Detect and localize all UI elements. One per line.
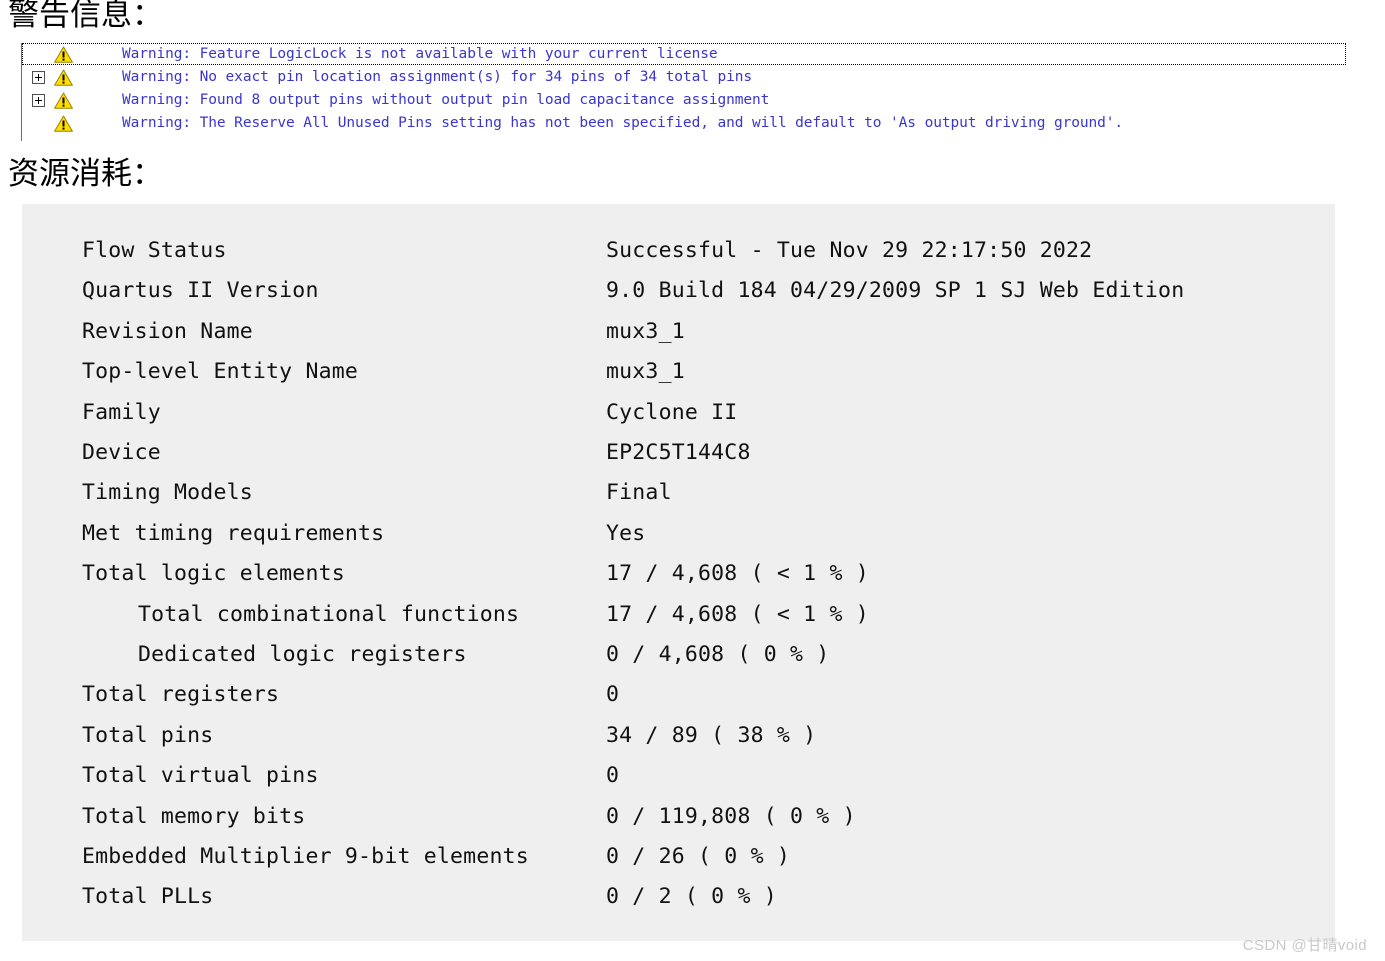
flow-summary-label: Met timing requirements: [82, 520, 385, 546]
warning-expander-cell[interactable]: [22, 71, 54, 84]
flow-summary-value: 17 / 4,608 ( < 1 % ): [606, 561, 869, 587]
flow-summary-label: Device: [82, 440, 161, 465]
flow-summary-row: Top-level Entity Name mux3_1: [22, 358, 1335, 398]
flow-summary-panel: Flow Status Successful - Tue Nov 29 22:17…: [22, 204, 1335, 941]
warning-triangle-icon: [54, 46, 73, 63]
flow-summary-label: Family: [82, 399, 161, 425]
flow-summary-label: Top-level Entity Name: [82, 359, 359, 385]
flow-summary-value: Yes: [606, 520, 646, 546]
plus-box-icon[interactable]: [31, 71, 45, 84]
warning-expander-cell[interactable]: [22, 94, 54, 107]
flow-summary-value: 0 / 26 ( 0 % ): [606, 844, 791, 869]
warning-icon-cell: [54, 115, 82, 132]
flow-summary-value: mux3_1: [606, 318, 685, 344]
flow-summary-row: Embedded Multiplier 9-bit elements 0 / 26…: [22, 843, 1335, 883]
flow-summary-value: 0 / 119,808 ( 0 % ): [606, 803, 856, 829]
flow-summary-row: Flow Status Successful - Tue Nov 29 22:17…: [22, 237, 1335, 277]
csdn-watermark: CSDN @甘晴void: [1242, 937, 1367, 954]
flow-summary-value: mux3_1: [606, 359, 685, 385]
warning-icon-cell: [54, 46, 82, 63]
warning-message-text: Warning: No exact pin location assignmen…: [122, 69, 752, 85]
flow-summary-label: Revision Name: [82, 318, 253, 344]
flow-summary-label: Flow Status: [82, 238, 227, 263]
flow-summary-row: Device EP2C5T144C8: [22, 439, 1335, 479]
warning-icon-cell: [54, 92, 82, 109]
flow-summary-label: Total combinational functions: [138, 601, 520, 627]
warning-triangle-icon: [54, 115, 73, 132]
warning-row[interactable]: Warning: Found 8 output pins without out…: [22, 89, 1351, 112]
warning-triangle-icon: [54, 92, 73, 109]
flow-summary-label: Total virtual pins: [82, 763, 319, 789]
flow-summary-label: Total logic elements: [82, 561, 345, 587]
flow-summary-row: Quartus II Version 9.0 Build 184 04/29/20…: [22, 277, 1335, 317]
flow-summary-row: Total combinational functions 17 / 4,608 …: [22, 601, 1335, 641]
warning-row[interactable]: Warning: No exact pin location assignmen…: [22, 66, 1351, 89]
flow-summary-row: Met timing requirements Yes: [22, 520, 1335, 560]
flow-summary-label: Total registers: [82, 682, 280, 708]
warning-message-text: Warning: The Reserve All Unused Pins set…: [122, 115, 1124, 131]
flow-summary-row: Dedicated logic registers 0 / 4,608 ( 0 %…: [22, 641, 1335, 681]
flow-summary-value: 9.0 Build 184 04/29/2009 SP 1 SJ Web Edi…: [606, 278, 1185, 304]
warnings-list-panel[interactable]: Warning: Feature LogicLock is not availa…: [21, 43, 1351, 141]
flow-summary-row: Family Cyclone II: [22, 399, 1335, 439]
plus-box-icon[interactable]: [31, 94, 45, 107]
flow-summary-row: Total pins 34 / 89 ( 38 % ): [22, 722, 1335, 762]
flow-summary-value: 0 / 4,608 ( 0 % ): [606, 642, 830, 667]
flow-summary-row: Total PLLs 0 / 2 ( 0 % ): [22, 883, 1335, 923]
flow-summary-value: 34 / 89 ( 38 % ): [606, 722, 817, 748]
flow-summary-value: Cyclone II: [606, 399, 738, 425]
flow-summary-value: Successful - Tue Nov 29 22:17:50 2022: [606, 238, 1093, 263]
flow-summary-row: Total memory bits 0 / 119,808 ( 0 % ): [22, 803, 1335, 843]
flow-summary-label: Timing Models: [82, 480, 253, 506]
warning-message-text: Warning: Feature LogicLock is not availa…: [122, 46, 718, 62]
flow-summary-label: Dedicated logic registers: [138, 642, 467, 667]
flow-summary-value: 0 / 2 ( 0 % ): [606, 884, 777, 910]
flow-summary-value: Final: [606, 480, 672, 506]
flow-summary-row: Total logic elements 17 / 4,608 ( < 1 % ): [22, 560, 1335, 600]
flow-summary-value: 17 / 4,608 ( < 1 % ): [606, 601, 869, 627]
flow-summary-row: Total virtual pins 0: [22, 762, 1335, 802]
flow-summary-label: Total pins: [82, 722, 214, 748]
warning-message-text: Warning: Found 8 output pins without out…: [122, 92, 770, 108]
flow-summary-row: Revision Name mux3_1: [22, 318, 1335, 358]
flow-summary-label: Quartus II Version: [82, 278, 319, 304]
flow-summary-value: 0: [606, 763, 620, 789]
flow-summary-label: Embedded Multiplier 9-bit elements: [82, 844, 529, 869]
warnings-section-heading: 警告信息：: [8, 0, 163, 33]
flow-summary-label: Total memory bits: [82, 803, 306, 829]
warning-row[interactable]: Warning: The Reserve All Unused Pins set…: [22, 112, 1351, 135]
warning-icon-cell: [54, 69, 82, 86]
flow-summary-row: Timing Models Final: [22, 479, 1335, 519]
resources-section-heading: 资源消耗：: [8, 156, 163, 192]
flow-summary-value: EP2C5T144C8: [606, 440, 751, 465]
flow-summary-value: 0: [606, 682, 620, 708]
warning-triangle-icon: [54, 69, 73, 86]
warning-row[interactable]: Warning: Feature LogicLock is not availa…: [22, 43, 1351, 66]
flow-summary-row: Total registers 0: [22, 681, 1335, 721]
flow-summary-label: Total PLLs: [82, 884, 214, 910]
